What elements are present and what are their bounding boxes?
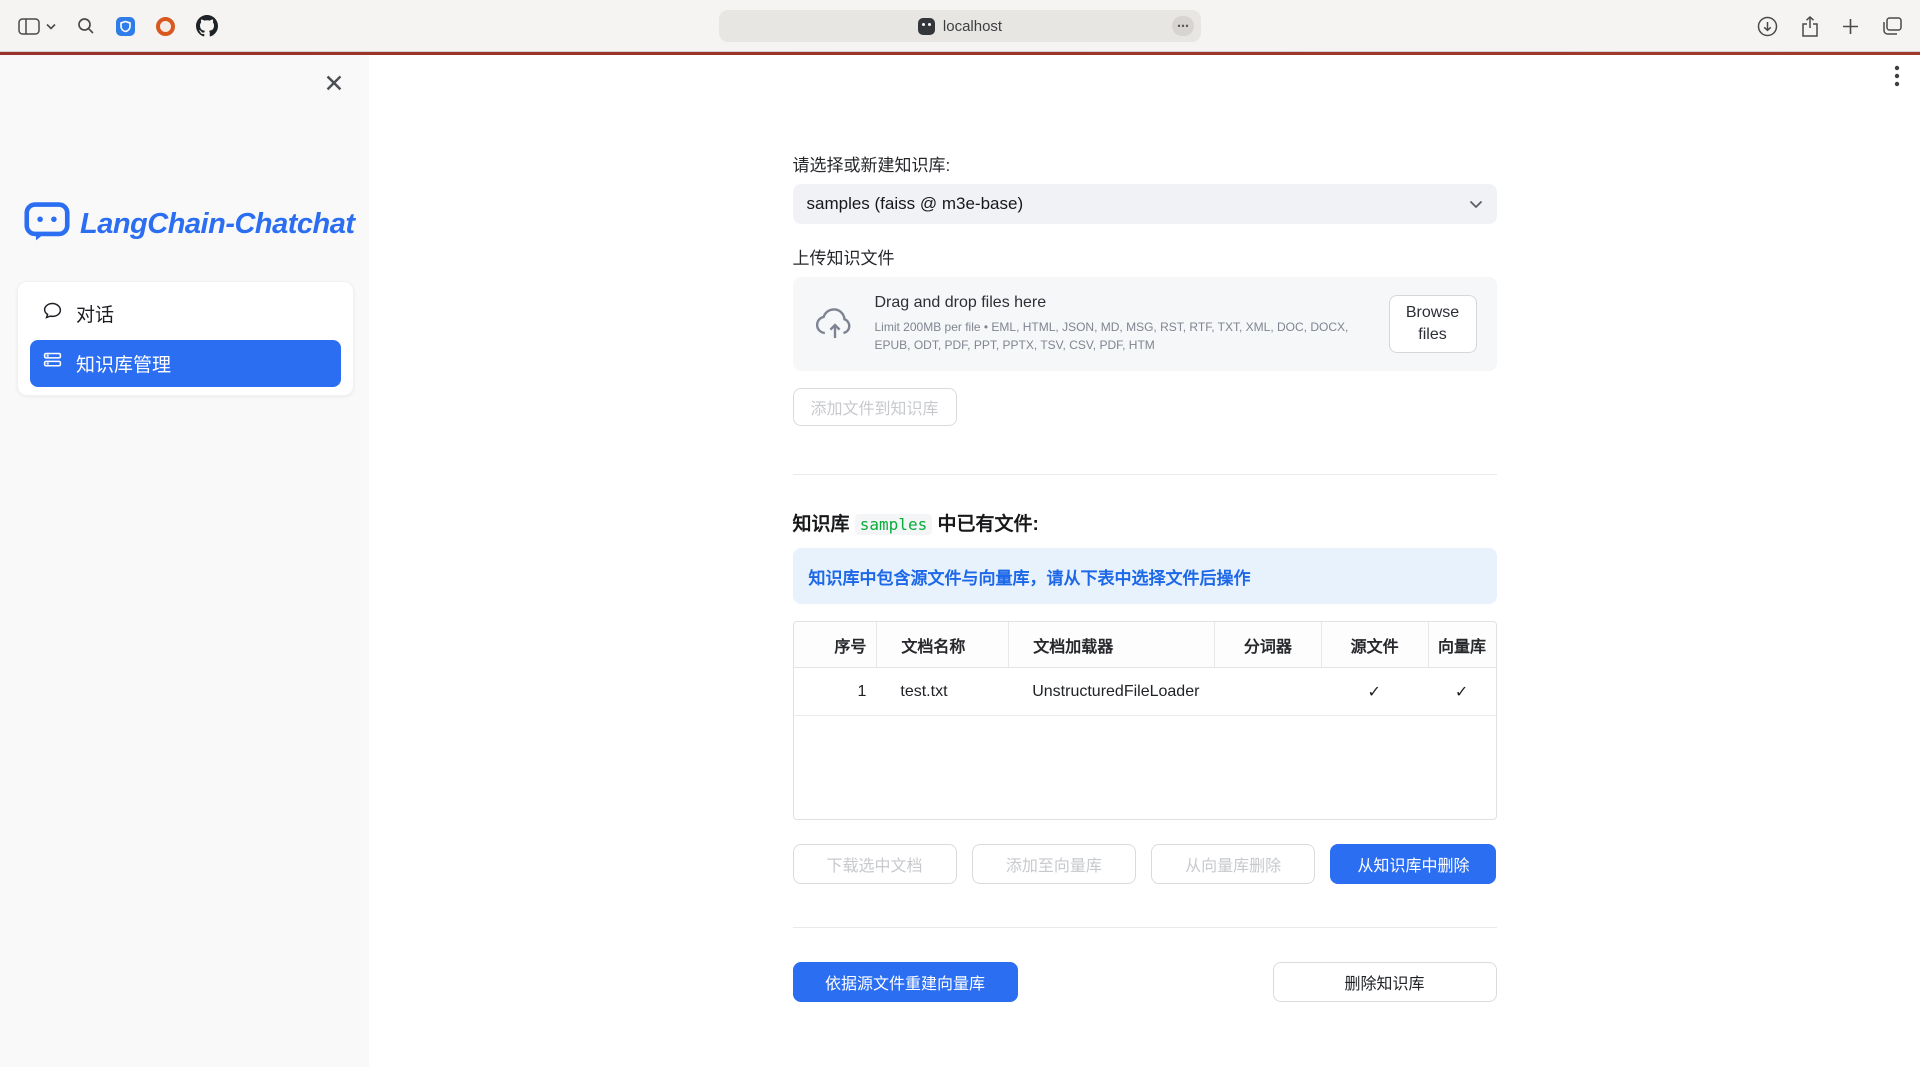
search-icon[interactable] — [77, 17, 95, 35]
sidebar-menu: 对话 知识库管理 — [17, 281, 354, 396]
info-banner: 知识库中包含源文件与向量库，请从下表中选择文件后操作 — [793, 548, 1497, 604]
downloads-icon[interactable] — [1757, 16, 1778, 37]
upload-section-label: 上传知识文件 — [793, 244, 1497, 269]
cell-name: test.txt — [876, 668, 1008, 715]
kb-select-value: samples (faiss @ m3e-base) — [807, 194, 1024, 214]
col-header-loader[interactable]: 文档加载器 — [1008, 622, 1214, 667]
cell-loader: UnstructuredFileLoader — [1008, 668, 1214, 715]
main-area: 请选择或新建知识库: samples (faiss @ m3e-base) 上传… — [369, 55, 1920, 1080]
sidebar-close-icon[interactable]: ✕ — [319, 69, 349, 99]
col-header-name[interactable]: 文档名称 — [876, 622, 1008, 667]
heading-prefix: 知识库 — [793, 514, 855, 535]
sidebar-item-label: 知识库管理 — [76, 350, 171, 377]
github-icon[interactable] — [196, 15, 218, 37]
info-banner-text: 知识库中包含源文件与向量库，请从下表中选择文件后操作 — [809, 564, 1251, 589]
share-icon[interactable] — [1801, 16, 1819, 37]
uploader-limit-text: Limit 200MB per file • EML, HTML, JSON, … — [875, 318, 1380, 354]
kb-bottom-buttons: 依据源文件重建向量库 删除知识库 — [793, 962, 1497, 1002]
divider — [793, 474, 1497, 475]
toolbar-right-group — [1757, 0, 1902, 52]
download-selected-button[interactable]: 下载选中文档 — [793, 844, 957, 884]
rebuild-vector-store-button[interactable]: 依据源文件重建向量库 — [793, 962, 1018, 1002]
select-chevron-icon — [1469, 194, 1483, 214]
uploader-text: Drag and drop files here Limit 200MB per… — [875, 294, 1389, 354]
cell-vector-check: ✓ — [1428, 668, 1496, 715]
blue-extension-icon[interactable] — [116, 17, 135, 36]
chevron-down-icon[interactable] — [46, 23, 56, 30]
heading-suffix: 中已有文件: — [932, 514, 1039, 535]
add-to-vector-button[interactable]: 添加至向量库 — [972, 844, 1136, 884]
col-header-vector[interactable]: 向量库 — [1428, 622, 1496, 667]
site-favicon — [918, 18, 935, 35]
table-row[interactable]: 1 test.txt UnstructuredFileLoader ✓ ✓ — [794, 668, 1496, 716]
delete-kb-button[interactable]: 删除知识库 — [1273, 962, 1497, 1002]
sidebar: ✕ LangChain-Chatchat — [0, 55, 369, 1080]
sidebar-item-knowledge-base[interactable]: 知识库管理 — [30, 340, 341, 387]
sidebar-footer — [0, 1067, 369, 1080]
chat-logo-icon — [24, 201, 70, 248]
uploader-title: Drag and drop files here — [875, 294, 1389, 312]
delete-from-kb-button[interactable]: 从知识库中删除 — [1330, 844, 1496, 884]
sidebar-item-chat[interactable]: 对话 — [30, 290, 341, 337]
file-action-buttons: 下载选中文档 添加至向量库 从向量库删除 从知识库中删除 — [793, 844, 1497, 884]
url-text: localhost — [943, 18, 1002, 35]
col-header-index[interactable]: 序号 — [794, 622, 877, 667]
toolbar-left-group — [18, 0, 218, 52]
app-logo-text: LangChain-Chatchat — [80, 208, 355, 241]
orange-extension-icon[interactable] — [156, 17, 175, 36]
sidebar-toggle-icon[interactable] — [18, 18, 40, 35]
add-files-to-kb-button[interactable]: 添加文件到知识库 — [793, 388, 957, 426]
chat-bubble-icon — [42, 300, 63, 327]
kb-name-code: samples — [855, 514, 932, 535]
app-logo: LangChain-Chatchat — [24, 201, 355, 248]
remove-from-vector-button[interactable]: 从向量库删除 — [1151, 844, 1315, 884]
cloud-upload-icon — [813, 303, 857, 346]
extensions-badge[interactable]: ⋯ — [1172, 16, 1194, 36]
col-header-source[interactable]: 源文件 — [1321, 622, 1428, 667]
tab-overview-icon[interactable] — [1882, 17, 1902, 35]
new-tab-icon[interactable] — [1842, 18, 1859, 35]
screen: localhost ⋯ — [0, 0, 1920, 1080]
sidebar-item-label: 对话 — [76, 300, 114, 327]
col-header-splitter[interactable]: 分词器 — [1214, 622, 1321, 667]
kb-select[interactable]: samples (faiss @ m3e-base) — [793, 184, 1497, 224]
cell-source-check: ✓ — [1321, 668, 1428, 715]
knowledge-base-icon — [42, 350, 63, 377]
kebab-menu-icon[interactable] — [1894, 65, 1900, 92]
kb-management-panel: 请选择或新建知识库: samples (faiss @ m3e-base) 上传… — [793, 55, 1497, 1002]
browser-toolbar: localhost ⋯ — [0, 0, 1920, 52]
kb-files-table: 序号 文档名称 文档加载器 分词器 源文件 向量库 1 test.txt Uns… — [793, 621, 1497, 820]
table-header-row: 序号 文档名称 文档加载器 分词器 源文件 向量库 — [794, 622, 1496, 668]
kb-files-heading: 知识库 samples 中已有文件: — [793, 509, 1497, 536]
file-uploader-dropzone[interactable]: Drag and drop files here Limit 200MB per… — [793, 277, 1497, 371]
cell-index: 1 — [794, 668, 877, 715]
browse-files-button[interactable]: Browse files — [1389, 295, 1477, 352]
divider — [793, 927, 1497, 928]
cell-splitter — [1214, 668, 1321, 715]
address-bar[interactable]: localhost ⋯ — [719, 10, 1201, 42]
kb-select-label: 请选择或新建知识库: — [793, 151, 1497, 176]
